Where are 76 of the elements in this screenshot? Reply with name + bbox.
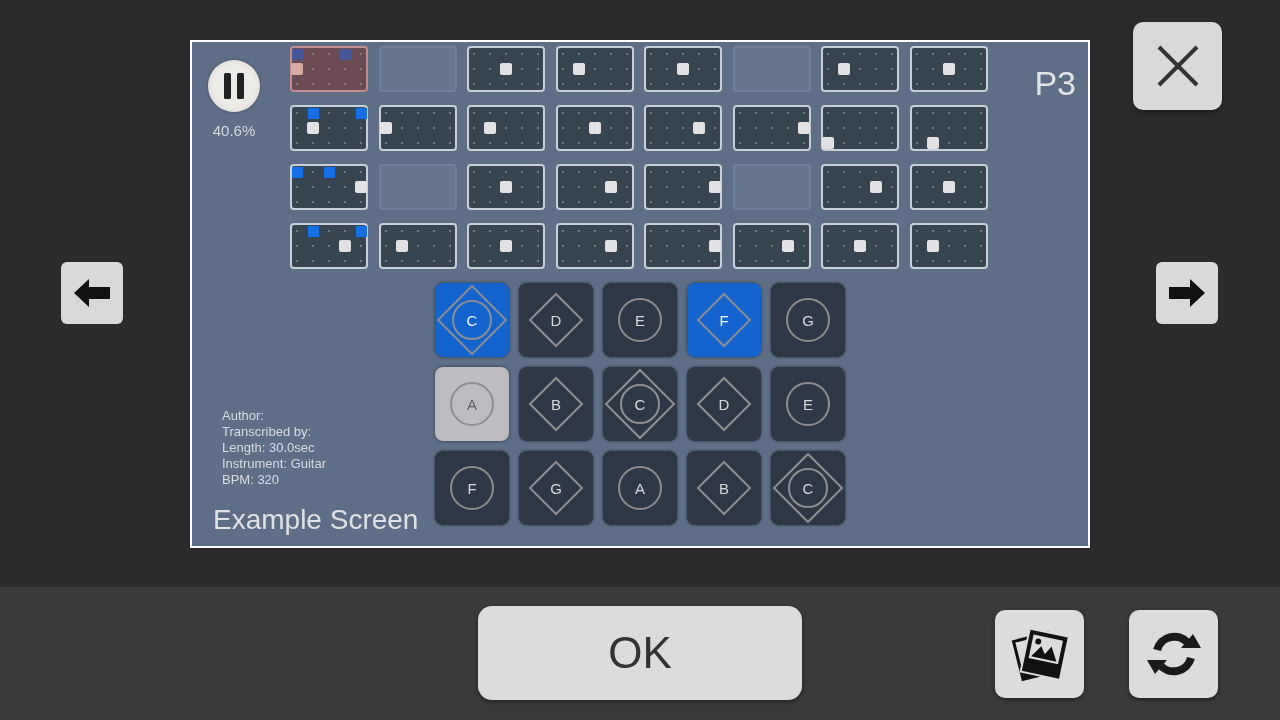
- circle-icon: [450, 466, 494, 510]
- arrow-left-icon: [74, 279, 110, 307]
- info-line: Instrument: Guitar: [221, 456, 328, 472]
- pattern-tile[interactable]: [821, 164, 899, 210]
- gallery-button[interactable]: [995, 610, 1084, 698]
- note-key[interactable]: C: [771, 451, 845, 525]
- note-key[interactable]: A: [603, 451, 677, 525]
- pattern-tile[interactable]: [378, 223, 457, 269]
- ok-button[interactable]: OK: [478, 606, 802, 700]
- circle-icon: [618, 466, 662, 510]
- note-key[interactable]: E: [771, 367, 845, 441]
- pattern-tile[interactable]: [378, 105, 457, 151]
- pattern-tile[interactable]: [555, 105, 634, 151]
- note-key[interactable]: C: [603, 367, 677, 441]
- info-line: Author:: [221, 408, 265, 424]
- circle-icon: [786, 382, 830, 426]
- current-tile[interactable]: [290, 46, 368, 92]
- pattern-tile[interactable]: [732, 223, 811, 269]
- diamond-icon: [696, 376, 752, 432]
- diamond-icon: [528, 376, 584, 432]
- pattern-tile[interactable]: [467, 164, 545, 210]
- pattern-tile[interactable]: [644, 223, 722, 269]
- pattern-tile[interactable]: [644, 105, 722, 151]
- pattern-tile[interactable]: [909, 223, 988, 269]
- pattern-tile[interactable]: [821, 46, 899, 92]
- circle-icon: [786, 298, 830, 342]
- pattern-tile[interactable]: [821, 105, 899, 151]
- pattern-tile[interactable]: [555, 46, 634, 92]
- circle-icon: [618, 298, 662, 342]
- refresh-button[interactable]: [1129, 610, 1218, 698]
- pattern-tile[interactable]: [555, 223, 634, 269]
- pattern-tile[interactable]: [290, 105, 368, 151]
- note-key[interactable]: C: [435, 283, 509, 357]
- note-key[interactable]: G: [771, 283, 845, 357]
- diamond-icon: [528, 460, 584, 516]
- circle-diamond-icon: [436, 284, 508, 356]
- circle-icon: [450, 382, 494, 426]
- pattern-tile[interactable]: [644, 46, 722, 92]
- info-line: Length: 30.0sec: [221, 440, 316, 456]
- close-icon: [1155, 44, 1200, 88]
- pattern-tile[interactable]: [732, 105, 811, 151]
- pattern-tile[interactable]: [467, 105, 545, 151]
- circle-diamond-icon: [604, 368, 676, 440]
- screen-title: Example Screen: [212, 504, 420, 536]
- diamond-icon: [528, 292, 584, 348]
- info-line: BPM: 320: [221, 472, 281, 488]
- info-line: Transcribed by:: [221, 424, 313, 440]
- pattern-tile[interactable]: [555, 164, 634, 210]
- pattern-tile[interactable]: [290, 223, 368, 269]
- pattern-tile[interactable]: [909, 46, 988, 92]
- page-label: P3: [1034, 64, 1076, 102]
- diamond-icon: [696, 460, 752, 516]
- note-key[interactable]: B: [687, 451, 761, 525]
- progress-percent: 40.6%: [212, 122, 256, 139]
- pattern-tile[interactable]: [467, 223, 545, 269]
- note-key[interactable]: G: [519, 451, 593, 525]
- pattern-tile[interactable]: [644, 164, 722, 210]
- pattern-tile[interactable]: [290, 164, 368, 210]
- arrow-right-icon: [1169, 279, 1205, 307]
- pattern-tile[interactable]: [909, 164, 988, 210]
- note-key[interactable]: B: [519, 367, 593, 441]
- note-key[interactable]: E: [603, 283, 677, 357]
- note-key[interactable]: D: [687, 367, 761, 441]
- circle-diamond-icon: [772, 452, 844, 524]
- previous-button[interactable]: [61, 262, 123, 324]
- note-key[interactable]: F: [687, 283, 761, 357]
- pattern-tile[interactable]: [909, 105, 988, 151]
- pause-button[interactable]: [208, 60, 260, 112]
- diamond-icon: [696, 292, 752, 348]
- pattern-tile[interactable]: [467, 46, 545, 92]
- pattern-tile[interactable]: [821, 223, 899, 269]
- pause-icon: [223, 73, 245, 99]
- close-button[interactable]: [1133, 22, 1222, 110]
- next-button[interactable]: [1156, 262, 1218, 324]
- note-key[interactable]: F: [435, 451, 509, 525]
- note-key[interactable]: D: [519, 283, 593, 357]
